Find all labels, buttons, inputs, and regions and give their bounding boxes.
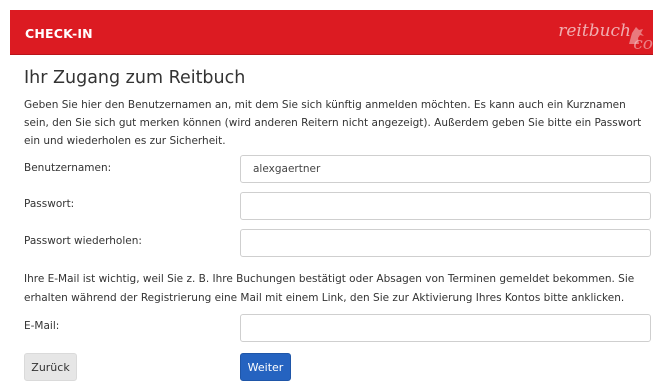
password-repeat-input[interactable] bbox=[240, 229, 651, 257]
header-title: CHECK-IN bbox=[25, 26, 93, 41]
username-label: Benutzernamen: bbox=[24, 162, 112, 174]
intro-text: Geben Sie hier den Benutzernamen an, mit… bbox=[24, 99, 642, 147]
next-button[interactable]: Weiter bbox=[240, 353, 291, 381]
checkin-header: CHECK-IN reitbuch co bbox=[10, 10, 653, 55]
logo-text: reitbuch bbox=[558, 21, 631, 41]
horse-icon bbox=[629, 27, 644, 44]
email-input[interactable] bbox=[240, 314, 651, 342]
email-info-text: Ihre E-Mail ist wichtig, weil Sie z. B. … bbox=[24, 273, 635, 304]
password-repeat-label: Passwort wiederholen: bbox=[24, 235, 142, 247]
email-label: E-Mail: bbox=[24, 320, 60, 332]
page-title: Ihr Zugang zum Reitbuch bbox=[24, 68, 246, 88]
back-button[interactable]: Zurück bbox=[24, 353, 77, 381]
username-input[interactable] bbox=[240, 155, 651, 183]
reitbuch-logo[interactable]: reitbuch co bbox=[553, 16, 653, 54]
password-label: Passwort: bbox=[24, 198, 75, 210]
password-input[interactable] bbox=[240, 192, 651, 220]
